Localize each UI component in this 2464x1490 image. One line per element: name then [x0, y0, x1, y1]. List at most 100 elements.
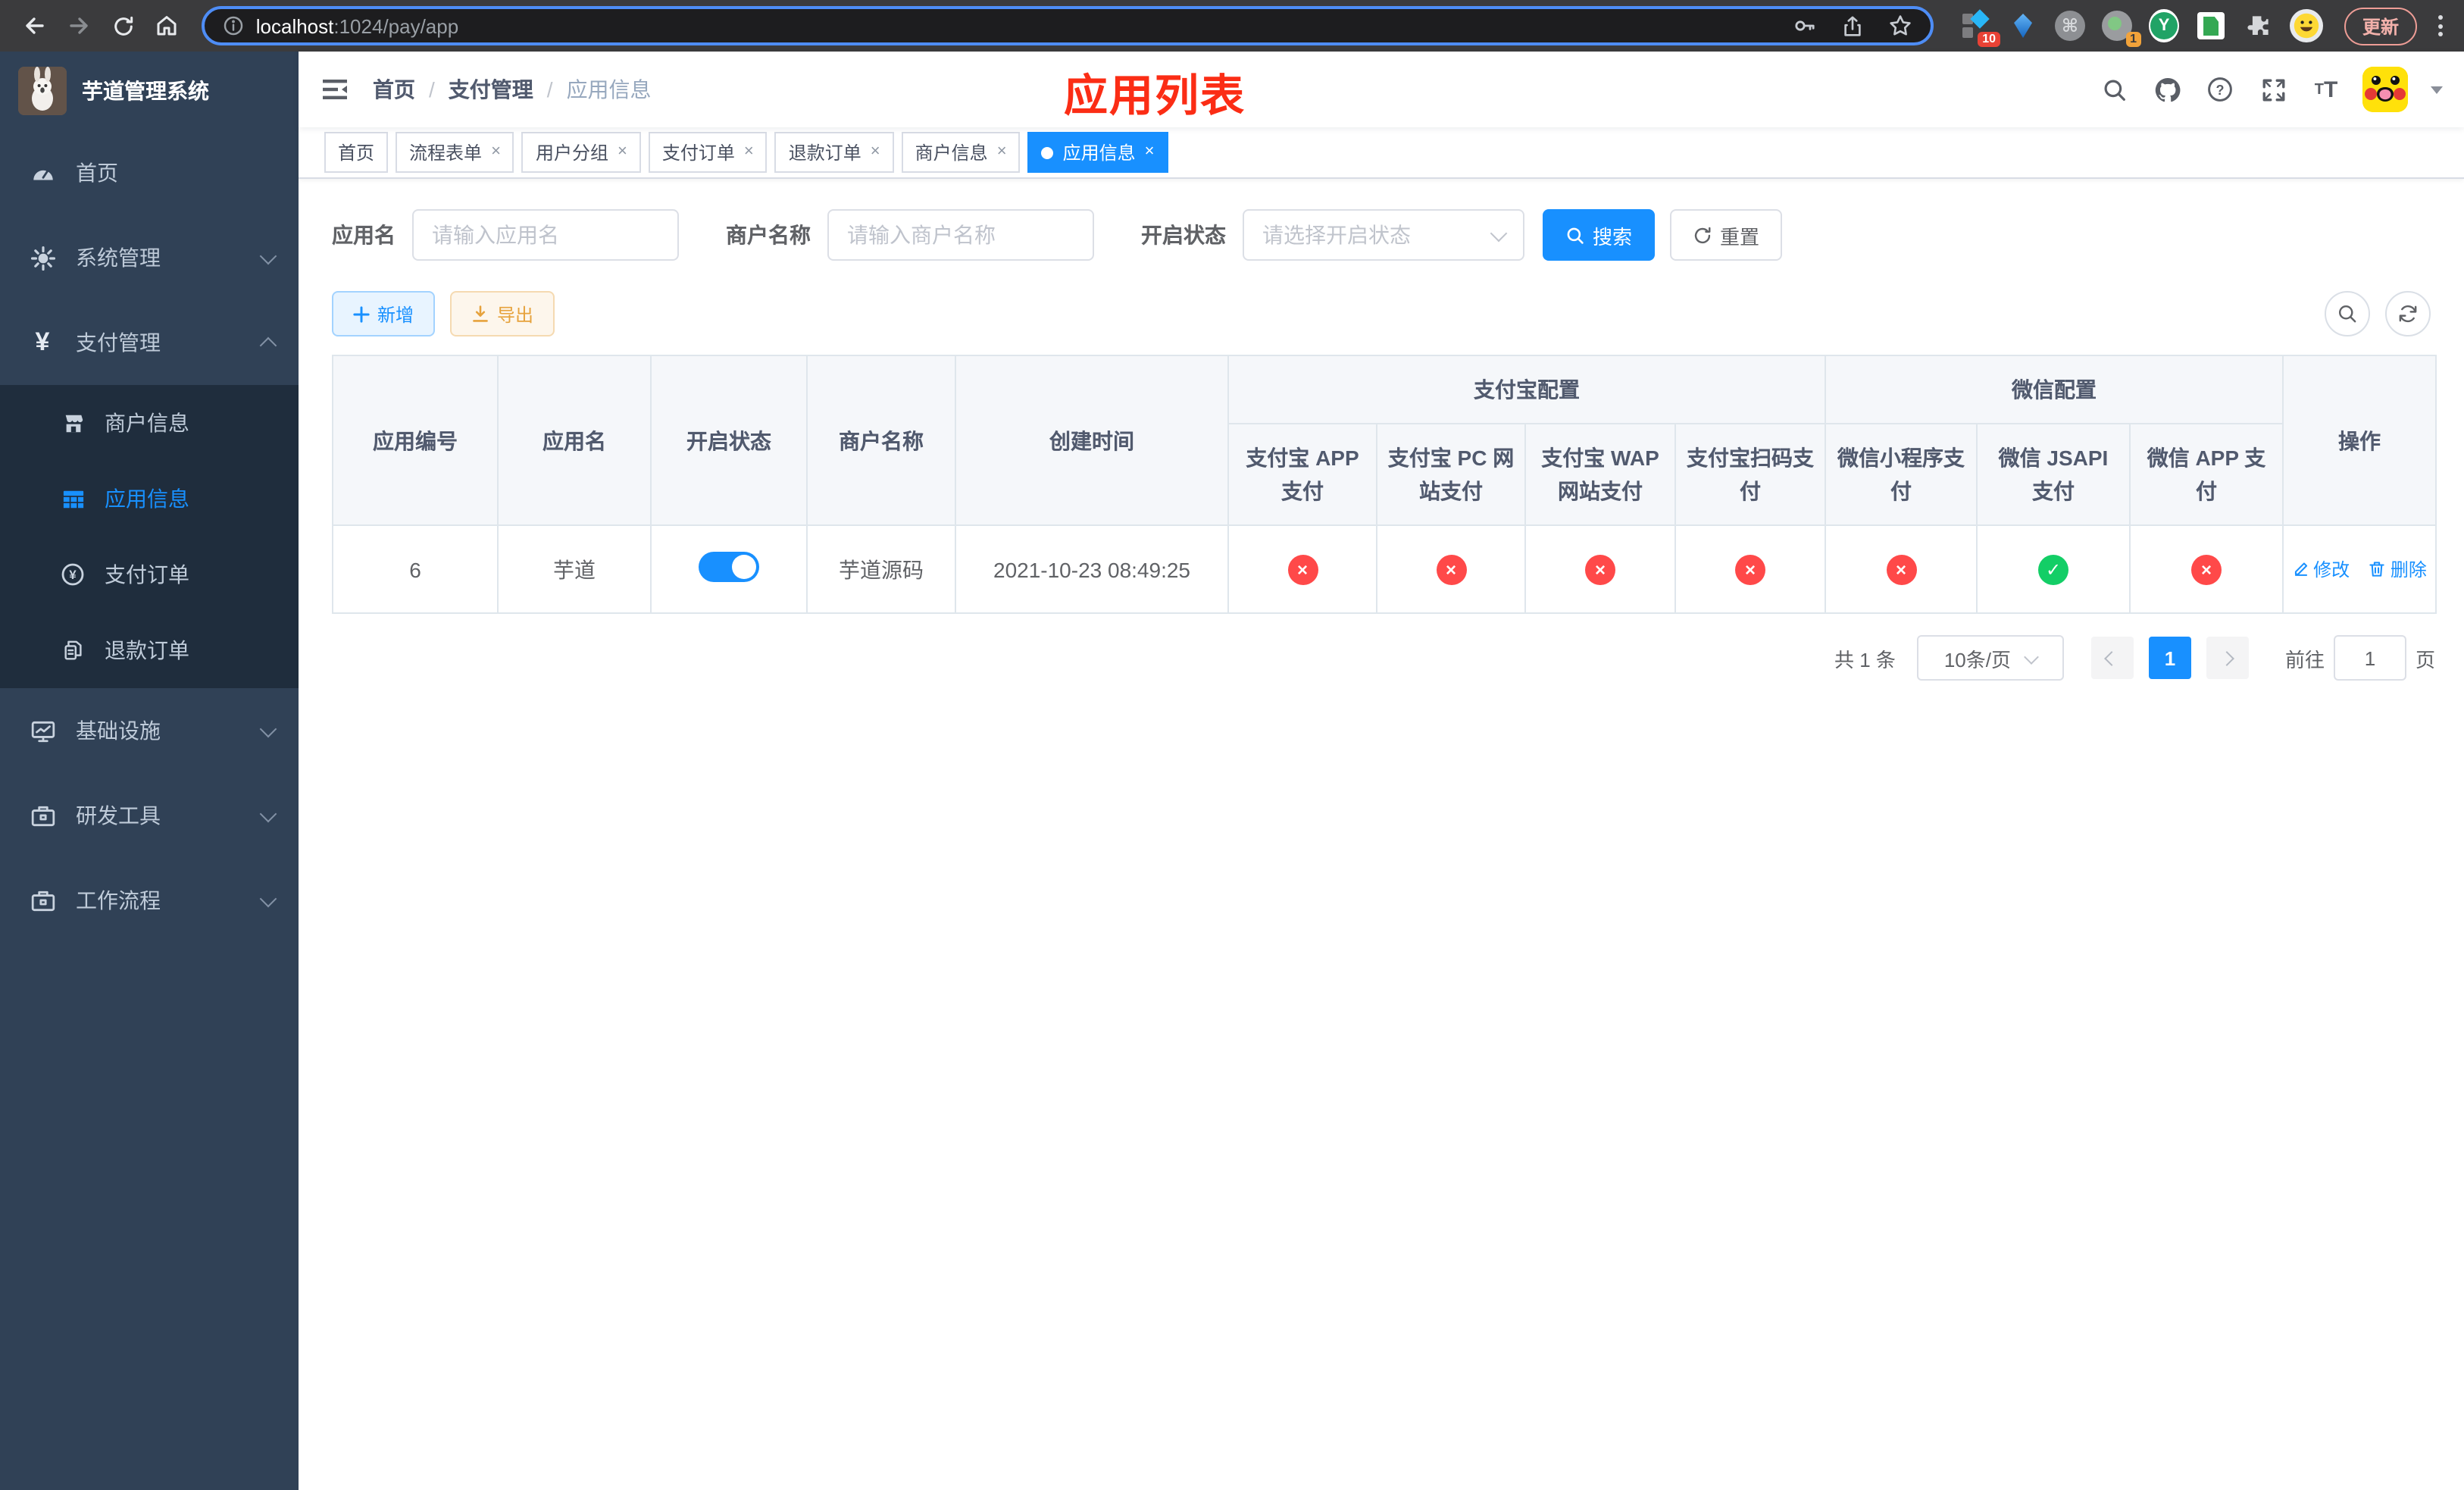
sidebar-item-dev-tools[interactable]: 研发工具	[0, 773, 299, 858]
tag-refund-orders[interactable]: 退款订单 ×	[774, 132, 894, 173]
kite-extension-icon[interactable]	[2008, 11, 2038, 41]
sidebar-item-system[interactable]: 系统管理	[0, 215, 299, 300]
browser-update-button[interactable]: 更新	[2344, 7, 2418, 45]
enabled-toggle[interactable]	[699, 552, 759, 582]
close-icon[interactable]: ×	[871, 143, 880, 161]
merchant-name-input[interactable]	[827, 209, 1094, 261]
user-menu-caret-icon[interactable]	[2431, 86, 2443, 93]
tag-home[interactable]: 首页	[324, 132, 389, 173]
user-avatar[interactable]	[2362, 67, 2408, 112]
close-icon[interactable]: ×	[1145, 143, 1155, 161]
sidebar-item-merchant-info[interactable]: 商户信息	[0, 385, 299, 461]
chevron-down-icon	[259, 804, 277, 822]
search-button[interactable]: 搜索	[1543, 209, 1656, 261]
cell-app-name: 芋道	[497, 524, 652, 614]
header-search-icon[interactable]	[2097, 73, 2131, 106]
add-button[interactable]: 新增	[332, 291, 436, 337]
sidebar-item-home[interactable]: 首页	[0, 130, 299, 215]
close-icon[interactable]: ×	[618, 143, 627, 161]
tag-app-info[interactable]: 应用信息 ×	[1027, 132, 1168, 173]
url-host: localhost	[255, 14, 334, 37]
cell-app-id: 6	[332, 524, 499, 614]
home-icon[interactable]	[148, 6, 186, 45]
tag-process-form[interactable]: 流程表单 ×	[396, 132, 514, 173]
command-extension-icon[interactable]: ⌘	[2055, 11, 2086, 41]
breadcrumb-payment[interactable]: 支付管理	[449, 74, 533, 105]
goto-page-input[interactable]	[2333, 635, 2406, 681]
toolbox-icon	[29, 803, 56, 828]
delete-link[interactable]: 删除	[2369, 556, 2427, 582]
page-title-annotation: 应用列表	[1064, 73, 1246, 121]
pagination: 共 1 条 10条/页 1 前往 页	[332, 635, 2435, 681]
tag-merchant-info[interactable]: 商户信息 ×	[901, 132, 1021, 173]
sidebar-item-label: 系统管理	[76, 246, 161, 270]
chevron-down-icon	[259, 889, 277, 907]
close-icon[interactable]: ×	[744, 143, 754, 161]
site-info-icon[interactable]	[223, 15, 244, 36]
docs-extension-icon[interactable]	[2196, 11, 2226, 41]
col-header-alipay-app: 支付宝 APP 支付	[1227, 423, 1377, 526]
alipay-pc-status-icon: ×	[1436, 554, 1466, 584]
y-extension-icon[interactable]: Y	[2149, 9, 2180, 42]
sidebar-item-app-info[interactable]: 应用信息	[0, 461, 299, 537]
share-icon[interactable]	[1841, 14, 1864, 37]
yen-circle-icon: ¥	[61, 562, 85, 587]
sidebar-toggle-icon[interactable]	[299, 76, 361, 103]
chevron-down-icon	[1490, 224, 1508, 243]
dashboard-icon	[29, 160, 56, 186]
devtools-extension-icon[interactable]: 10	[1961, 9, 2001, 47]
briefcase-icon	[29, 887, 56, 913]
navbar: 首页 / 支付管理 / 应用信息 应用列表 ? T T	[299, 52, 2464, 127]
bookmark-star-icon[interactable]	[1888, 14, 1912, 38]
wx-lite-status-icon: ×	[1886, 554, 1916, 584]
next-page-button[interactable]	[2206, 637, 2249, 679]
breadcrumb-home[interactable]: 首页	[373, 74, 415, 105]
app-name-label: 应用名	[332, 223, 396, 247]
close-icon[interactable]: ×	[997, 143, 1007, 161]
sidebar-item-workflow[interactable]: 工作流程	[0, 858, 299, 943]
sidebar-item-label: 应用信息	[105, 487, 189, 511]
sidebar-item-refund-orders[interactable]: 退款订单	[0, 612, 299, 688]
shop-icon	[61, 412, 85, 434]
close-icon[interactable]: ×	[491, 143, 501, 161]
browser-menu-icon[interactable]	[2438, 15, 2444, 36]
sidebar-item-payment-orders[interactable]: ¥ 支付订单	[0, 537, 299, 612]
toggle-search-button[interactable]	[2325, 291, 2370, 337]
fullscreen-icon[interactable]	[2256, 73, 2290, 106]
app-name-input[interactable]	[412, 209, 679, 261]
svg-text:?: ?	[2216, 83, 2225, 98]
cell-actions: 修改 删除	[2282, 524, 2437, 614]
reset-button[interactable]: 重置	[1670, 209, 1783, 261]
tag-payment-orders[interactable]: 支付订单 ×	[648, 132, 768, 173]
recorder-extension-icon[interactable]: 1	[2102, 11, 2142, 47]
col-header-alipay-pc: 支付宝 PC 网站支付	[1376, 423, 1526, 526]
sidebar-item-infrastructure[interactable]: 基础设施	[0, 688, 299, 773]
sidebar-item-payment[interactable]: ¥ 支付管理	[0, 300, 299, 385]
prev-page-button[interactable]	[2090, 637, 2134, 679]
profile-avatar-icon[interactable]	[2290, 9, 2324, 42]
password-key-icon[interactable]	[1793, 14, 1817, 38]
page-content: 应用名 商户名称 开启状态 请选择开启状态 搜索 重置	[299, 179, 2464, 1490]
edit-link[interactable]: 修改	[2292, 556, 2350, 582]
github-icon[interactable]	[2150, 73, 2184, 106]
export-button[interactable]: 导出	[450, 291, 555, 337]
help-icon[interactable]: ?	[2203, 73, 2237, 106]
payment-submenu: 商户信息 应用信息 ¥ 支付订单 退款订单	[0, 385, 299, 688]
tag-user-group[interactable]: 用户分组 ×	[521, 132, 641, 173]
back-icon[interactable]	[15, 6, 53, 45]
current-page-button[interactable]: 1	[2148, 637, 2191, 679]
wx-jsapi-status-icon: ✓	[2038, 554, 2068, 584]
chevron-down-icon	[259, 246, 277, 265]
forward-icon[interactable]	[59, 6, 97, 45]
page-size-select[interactable]: 10条/页	[1916, 635, 2064, 681]
col-header-create-time: 创建时间	[955, 355, 1229, 526]
font-size-icon[interactable]: TT	[2309, 73, 2343, 106]
reload-icon[interactable]	[104, 6, 142, 45]
refresh-button[interactable]	[2385, 291, 2431, 337]
app-title: 芋道管理系统	[82, 79, 209, 103]
url-bar[interactable]: localhost:1024/pay/app	[201, 6, 1934, 45]
enabled-status-select[interactable]: 请选择开启状态	[1243, 209, 1524, 261]
extensions-puzzle-icon[interactable]	[2243, 11, 2273, 41]
col-header-merchant: 商户名称	[806, 355, 956, 526]
url-path: :1024/pay/app	[333, 14, 459, 37]
